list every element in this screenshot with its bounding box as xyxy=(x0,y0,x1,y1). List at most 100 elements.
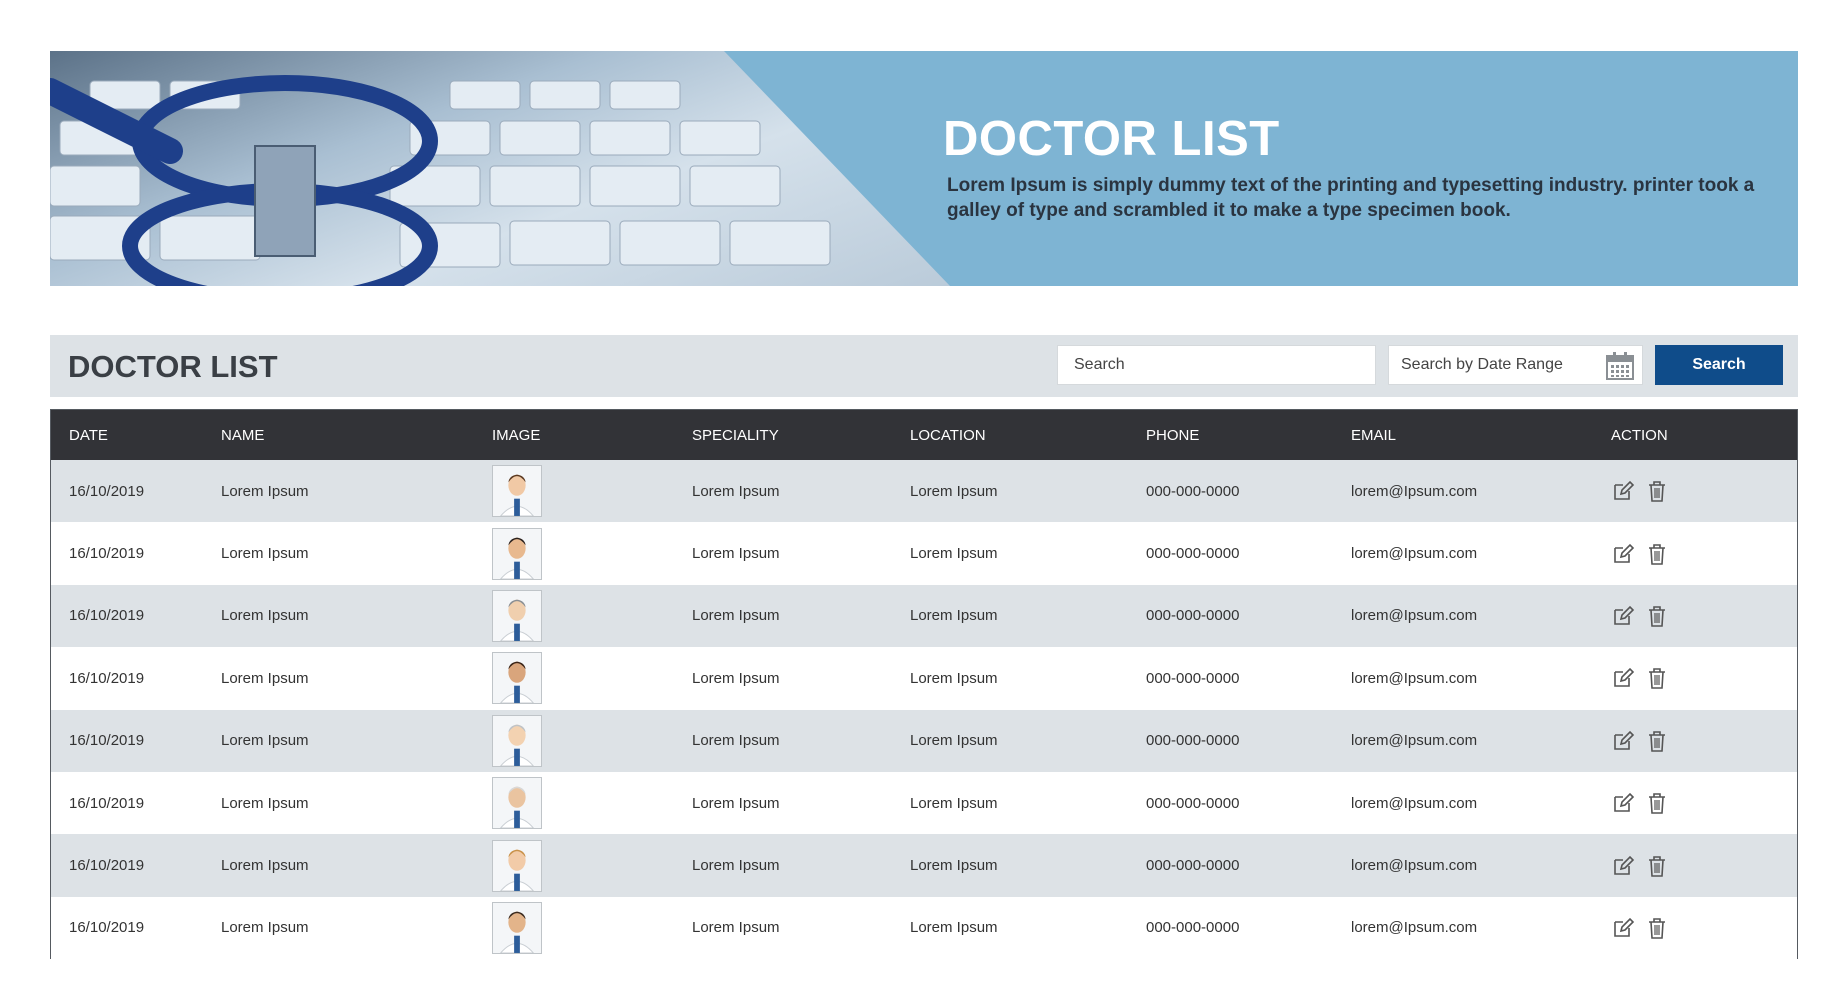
cell-name: Lorem Ipsum xyxy=(221,919,309,937)
cell-phone: 000-000-0000 xyxy=(1146,732,1240,750)
table-row[interactable]: 16/10/2019 Lorem Ipsum Lorem Ipsum Lorem Ip… xyxy=(51,647,1797,710)
cell-date: 16/10/2019 xyxy=(69,732,145,750)
edit-icon[interactable] xyxy=(1611,854,1635,878)
cell-phone: 000-000-0000 xyxy=(1146,669,1240,687)
cell-email: lorem@Ipsum.com xyxy=(1351,482,1478,500)
doctor-table-container: DATE NAME IMAGE SPECIALITY LOCATION PHON… xyxy=(50,409,1798,960)
cell-speciality: Lorem Ipsum xyxy=(692,732,780,750)
list-toolbar: DOCTOR LIST Search xyxy=(50,335,1798,397)
column-header-speciality[interactable]: SPECIALITY xyxy=(674,410,892,460)
table-row[interactable]: 16/10/2019 Lorem Ipsum Lorem Ipsum Lorem Ip… xyxy=(51,584,1797,648)
cell-name: Lorem Ipsum xyxy=(221,732,309,750)
cell-action xyxy=(1593,460,1797,522)
doctor-avatar[interactable] xyxy=(492,465,542,518)
cell-email: lorem@Ipsum.com xyxy=(1351,545,1478,563)
cell-speciality: Lorem Ipsum xyxy=(692,669,780,687)
cell-name: Lorem Ipsum xyxy=(221,669,309,687)
cell-image xyxy=(474,710,674,772)
edit-icon[interactable] xyxy=(1611,916,1635,940)
edit-icon[interactable] xyxy=(1611,791,1635,815)
cell-date: 16/10/2019 xyxy=(69,607,145,625)
doctor-avatar[interactable] xyxy=(492,589,542,642)
hero-banner: DOCTOR LIST Lorem Ipsum is simply dummy … xyxy=(50,51,1798,286)
cell-speciality: Lorem Ipsum xyxy=(692,545,780,563)
cell-action xyxy=(1593,897,1797,959)
cell-phone: 000-000-0000 xyxy=(1146,857,1240,875)
cell-email: lorem@Ipsum.com xyxy=(1351,732,1478,750)
table-row[interactable]: 16/10/2019 Lorem Ipsum Lorem Ipsum Lorem Ip… xyxy=(51,896,1797,960)
table-row[interactable]: 16/10/2019 Lorem Ipsum Lorem Ipsum Lorem Ip… xyxy=(51,771,1797,835)
trash-icon[interactable] xyxy=(1645,916,1669,940)
doctor-avatar[interactable] xyxy=(492,777,542,830)
cell-action xyxy=(1593,522,1797,584)
stethoscope-keyboard-photo xyxy=(50,51,950,286)
cell-image xyxy=(474,772,674,834)
banner-description: Lorem Ipsum is simply dummy text of the … xyxy=(947,175,1755,221)
cell-name: Lorem Ipsum xyxy=(221,482,309,500)
edit-icon[interactable] xyxy=(1611,729,1635,753)
cell-phone: 000-000-0000 xyxy=(1146,919,1240,937)
cell-speciality: Lorem Ipsum xyxy=(692,794,780,812)
search-button[interactable]: Search xyxy=(1655,345,1783,385)
cell-phone: 000-000-0000 xyxy=(1146,545,1240,563)
trash-icon[interactable] xyxy=(1645,542,1669,566)
edit-icon[interactable] xyxy=(1611,542,1635,566)
table-row[interactable]: 16/10/2019 Lorem Ipsum Lorem Ipsum Lorem Ip… xyxy=(51,834,1797,897)
cell-name: Lorem Ipsum xyxy=(221,607,309,625)
cell-location: Lorem Ipsum xyxy=(910,732,998,750)
cell-location: Lorem Ipsum xyxy=(910,482,998,500)
column-header-location[interactable]: LOCATION xyxy=(892,410,1128,460)
doctor-avatar[interactable] xyxy=(492,714,542,767)
cell-action xyxy=(1593,585,1797,647)
cell-email: lorem@Ipsum.com xyxy=(1351,669,1478,687)
cell-image xyxy=(474,647,674,709)
doctor-avatar[interactable] xyxy=(492,901,542,954)
trash-icon[interactable] xyxy=(1645,666,1669,690)
cell-date: 16/10/2019 xyxy=(69,669,145,687)
date-range-field[interactable] xyxy=(1388,345,1643,385)
cell-date: 16/10/2019 xyxy=(69,545,145,563)
doctor-avatar[interactable] xyxy=(492,839,542,892)
trash-icon[interactable] xyxy=(1645,479,1669,503)
cell-action xyxy=(1593,772,1797,834)
trash-icon[interactable] xyxy=(1645,729,1669,753)
cell-speciality: Lorem Ipsum xyxy=(692,857,780,875)
column-header-image[interactable]: IMAGE xyxy=(474,410,674,460)
table-row[interactable]: 16/10/2019 Lorem Ipsum Lorem Ipsum Lorem Ip… xyxy=(51,460,1797,523)
banner-title: DOCTOR LIST xyxy=(943,112,1280,166)
cell-speciality: Lorem Ipsum xyxy=(692,919,780,937)
cell-phone: 000-000-0000 xyxy=(1146,607,1240,625)
doctor-avatar[interactable] xyxy=(492,527,542,580)
edit-icon[interactable] xyxy=(1611,604,1635,628)
column-header-email[interactable]: EMAIL xyxy=(1333,410,1593,460)
edit-icon[interactable] xyxy=(1611,666,1635,690)
cell-speciality: Lorem Ipsum xyxy=(692,482,780,500)
table-header-row: DATE NAME IMAGE SPECIALITY LOCATION PHON… xyxy=(51,410,1797,460)
calendar-icon[interactable] xyxy=(1605,351,1635,381)
cell-image xyxy=(474,585,674,647)
table-row[interactable]: 16/10/2019 Lorem Ipsum Lorem Ipsum Lorem Ip… xyxy=(51,709,1797,772)
cell-action xyxy=(1593,710,1797,772)
cell-location: Lorem Ipsum xyxy=(910,794,998,812)
search-input[interactable] xyxy=(1057,345,1376,385)
cell-date: 16/10/2019 xyxy=(69,857,145,875)
keyboard-image xyxy=(50,75,831,286)
trash-icon[interactable] xyxy=(1645,604,1669,628)
cell-location: Lorem Ipsum xyxy=(910,607,998,625)
column-header-phone[interactable]: PHONE xyxy=(1128,410,1333,460)
edit-icon[interactable] xyxy=(1611,479,1635,503)
cell-image xyxy=(474,522,674,584)
trash-icon[interactable] xyxy=(1645,854,1669,878)
cell-date: 16/10/2019 xyxy=(69,482,145,500)
doctor-avatar[interactable] xyxy=(492,652,542,705)
date-range-input[interactable] xyxy=(1389,346,1599,384)
trash-icon[interactable] xyxy=(1645,791,1669,815)
cell-phone: 000-000-0000 xyxy=(1146,482,1240,500)
cell-image xyxy=(474,460,674,522)
cell-location: Lorem Ipsum xyxy=(910,669,998,687)
cell-phone: 000-000-0000 xyxy=(1146,794,1240,812)
table-row[interactable]: 16/10/2019 Lorem Ipsum Lorem Ipsum Lorem Ip… xyxy=(51,522,1797,585)
column-header-date[interactable]: DATE xyxy=(51,410,203,460)
section-title: DOCTOR LIST xyxy=(68,349,278,384)
column-header-name[interactable]: NAME xyxy=(203,410,474,460)
